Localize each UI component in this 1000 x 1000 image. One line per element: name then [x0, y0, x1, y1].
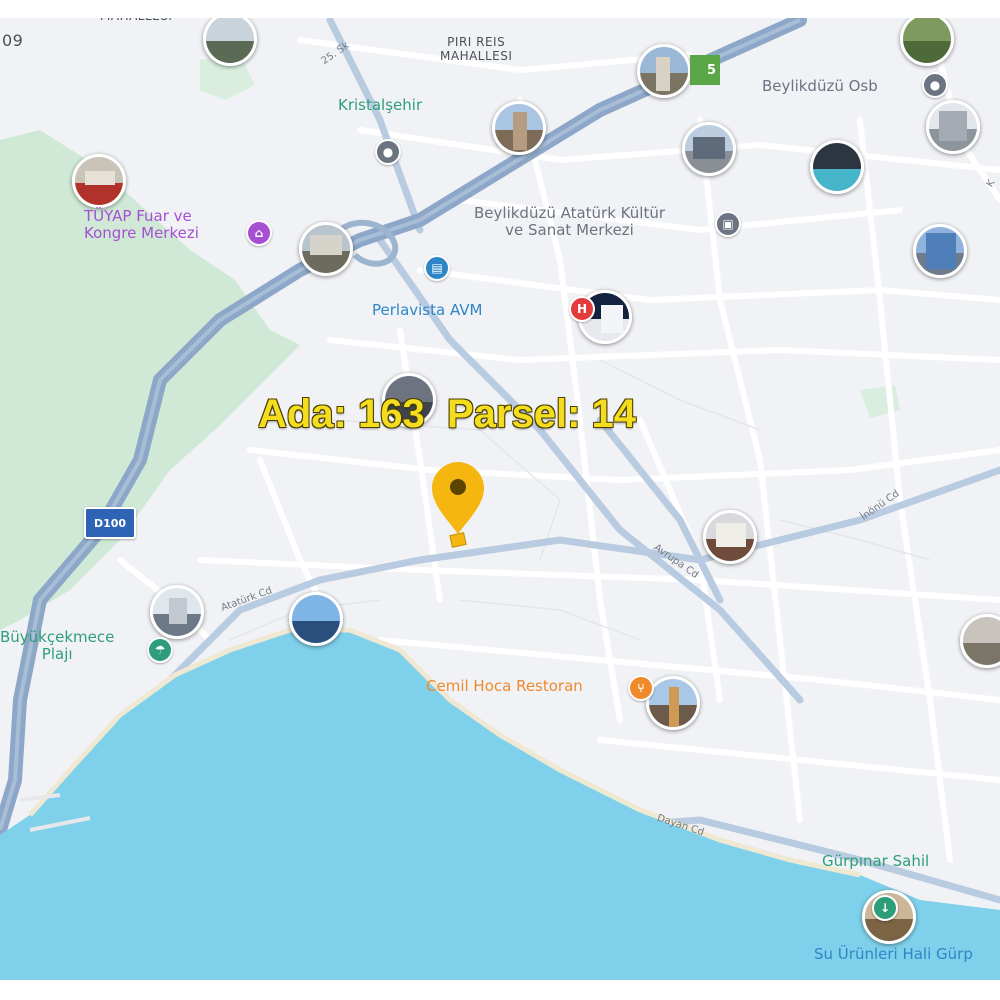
poi-label-line: TÜYAP Fuar ve	[84, 207, 192, 225]
parcel-label: Ada: 163 Parsel: 14	[258, 392, 636, 436]
poi-label-su-urunleri[interactable]: Su Ürünleri Hali Gürp	[814, 945, 973, 963]
photo-marker[interactable]	[150, 585, 204, 639]
photo-marker[interactable]	[646, 676, 700, 730]
map-pin-icon[interactable]: ●	[922, 72, 948, 98]
photo-marker[interactable]	[703, 510, 757, 564]
photo-marker[interactable]	[289, 592, 343, 646]
beach-icon[interactable]: ☂	[147, 637, 173, 663]
area-label-line: MAHALLESI	[440, 48, 513, 63]
hospital-icon[interactable]: H	[569, 296, 595, 322]
photo-marker[interactable]	[682, 122, 736, 176]
photo-marker[interactable]	[810, 140, 864, 194]
area-label-piri-reis: PIRI REIS MAHALLESI	[440, 35, 513, 64]
area-label-left-edge: 09	[2, 31, 24, 50]
photo-marker[interactable]	[492, 101, 546, 155]
exit-shield: 5	[690, 55, 720, 85]
photo-marker[interactable]	[203, 12, 257, 66]
poi-label-line: Plajı	[41, 645, 73, 664]
photo-marker[interactable]	[913, 224, 967, 278]
photo-marker[interactable]	[299, 222, 353, 276]
poi-label-line: Kongre Merkezi	[84, 224, 199, 243]
shopping-bag-icon[interactable]: ▤	[424, 255, 450, 281]
poi-label-tuyap[interactable]: TÜYAP Fuar ve Kongre Merkezi	[84, 207, 199, 243]
poi-label-line: ve Sanat Merkezi	[505, 221, 634, 240]
map-pin-icon[interactable]: ●	[375, 139, 401, 165]
photo-marker[interactable]	[960, 614, 1000, 668]
poi-label-buyukcekmece[interactable]: Büyükçekmece Plajı	[0, 628, 115, 664]
theater-icon[interactable]: ▣	[715, 211, 741, 237]
frame-top	[0, 0, 1000, 18]
download-icon[interactable]: ↓	[872, 895, 898, 921]
area-label-line: PIRI REIS	[447, 35, 506, 49]
poi-label-gurpinar-sahil[interactable]: Gürpınar Sahil	[822, 852, 929, 870]
frame-bottom	[0, 980, 1000, 1000]
poi-label-line: Beylikdüzü Atatürk Kültür	[474, 204, 665, 222]
highway-shield-d100: D100	[84, 507, 136, 539]
restaurant-icon[interactable]: ⑂	[628, 675, 654, 701]
poi-label-beylikduzu-osb[interactable]: Beylikdüzü Osb	[762, 77, 878, 95]
photo-marker[interactable]	[926, 100, 980, 154]
poi-label-perlavista[interactable]: Perlavista AVM	[372, 301, 482, 319]
photo-marker[interactable]	[72, 154, 126, 208]
poi-label-kristalsehir[interactable]: Kristalşehir	[338, 96, 422, 114]
photo-marker[interactable]	[900, 12, 954, 66]
poi-label-ataturk-kultur[interactable]: Beylikdüzü Atatürk Kültür ve Sanat Merke…	[474, 204, 665, 240]
museum-icon[interactable]: ⌂	[246, 220, 272, 246]
photo-marker[interactable]	[637, 44, 691, 98]
poi-label-cemil-hoca[interactable]: Cemil Hoca Restoran	[426, 677, 583, 695]
poi-label-line: Büyükçekmece	[0, 628, 115, 646]
